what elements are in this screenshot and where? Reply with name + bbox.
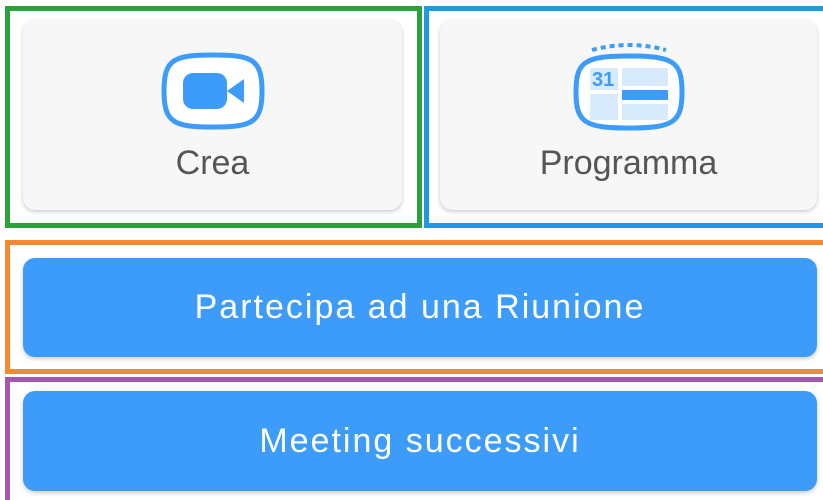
create-meeting-label: Crea (175, 144, 250, 182)
schedule-meeting-label: Programma (539, 144, 718, 182)
upcoming-meetings-button[interactable]: Meeting successivi (23, 391, 817, 491)
join-meeting-button[interactable]: Partecipa ad una Riunione (23, 258, 817, 357)
upcoming-meetings-label: Meeting successivi (259, 422, 581, 460)
calendar-day-number: 31 (592, 69, 614, 91)
meeting-actions-panel: Crea 31 Programma Partecipa ad una Riuni… (0, 0, 823, 500)
calendar-icon: 31 (570, 42, 688, 134)
join-meeting-label: Partecipa ad una Riunione (194, 288, 646, 326)
schedule-meeting-button[interactable]: 31 Programma (440, 20, 817, 210)
video-camera-icon (154, 49, 272, 133)
create-meeting-button[interactable]: Crea (23, 20, 402, 210)
